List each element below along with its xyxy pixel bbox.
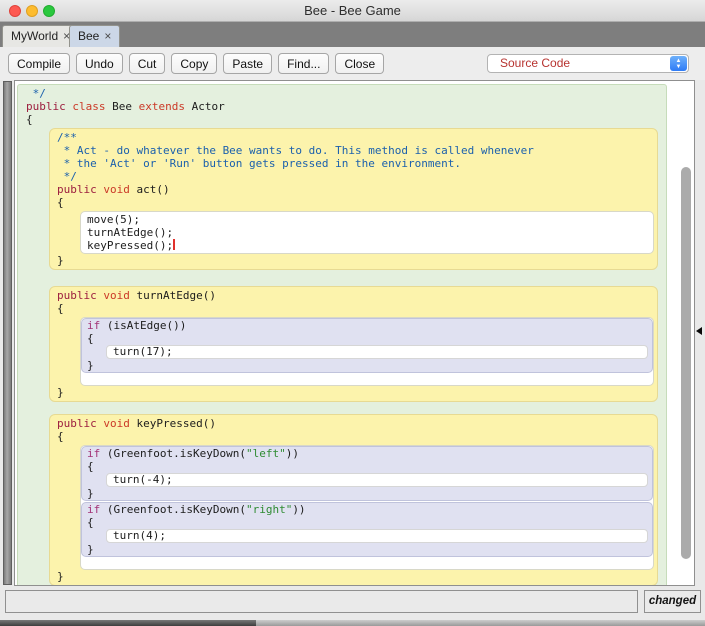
code-line[interactable]: * the 'Act' or 'Run' button gets pressed… xyxy=(57,157,657,170)
tab-label: Bee xyxy=(78,29,100,43)
method-scope-turnAtEdge[interactable]: public void turnAtEdge() { if (isAtEdge(… xyxy=(49,286,658,402)
code-line[interactable]: { xyxy=(57,302,657,315)
changed-status-badge: changed xyxy=(644,590,701,613)
horizontal-scrollbar-thumb[interactable] xyxy=(0,620,256,626)
left-scrollbar[interactable] xyxy=(3,81,12,585)
code-line-class-declaration[interactable]: public class Bee extends Actor xyxy=(26,100,666,113)
minimize-window-button[interactable] xyxy=(26,5,38,17)
code-line[interactable]: } xyxy=(57,570,657,583)
find-button[interactable]: Find... xyxy=(278,53,330,74)
code-line[interactable]: { xyxy=(26,113,666,126)
code-line[interactable]: */ xyxy=(57,170,657,183)
code-line[interactable]: keyPressed(); xyxy=(87,239,653,252)
view-mode-dropdown[interactable]: Source Code ▲ ▼ xyxy=(487,54,689,73)
statement-box[interactable]: turn(17); xyxy=(106,345,648,359)
horizontal-scrollbar[interactable] xyxy=(0,620,705,626)
code-line[interactable]: { xyxy=(57,196,657,209)
compile-button[interactable]: Compile xyxy=(8,53,71,74)
class-scope-bee[interactable]: */ public class Bee extends Actor { /** … xyxy=(17,84,667,585)
code-line[interactable]: if (isAtEdge()) xyxy=(87,319,652,332)
tab-myworld[interactable]: MyWorld × xyxy=(2,25,80,47)
method-scope-keyPressed[interactable]: public void keyPressed() { if (Greenfoot… xyxy=(49,414,658,585)
code-line[interactable]: { xyxy=(87,460,652,473)
code-line[interactable]: * Act - do whatever the Bee wants to do.… xyxy=(57,144,657,157)
code-line[interactable]: } xyxy=(87,359,652,372)
if-scope-key-right[interactable]: if (Greenfoot.isKeyDown("right")) { turn… xyxy=(81,502,653,557)
code-line[interactable]: } xyxy=(57,386,657,399)
code-line[interactable]: } xyxy=(87,543,652,556)
tab-bee[interactable]: Bee × xyxy=(69,25,121,47)
status-message-field xyxy=(5,590,638,613)
code-line[interactable]: { xyxy=(87,516,652,529)
toolbar-buttons: Compile Undo Cut Copy Paste Find... Clos… xyxy=(8,53,385,74)
code-line-act-signature[interactable]: public void act() xyxy=(57,183,657,196)
vertical-scrollbar-thumb[interactable] xyxy=(681,167,691,559)
collapse-left-icon[interactable] xyxy=(696,327,702,335)
method-scope-act[interactable]: /** * Act - do whatever the Bee wants to… xyxy=(49,128,658,270)
code-line-turnAtEdge-signature[interactable]: public void turnAtEdge() xyxy=(57,289,657,302)
code-line[interactable]: { xyxy=(87,332,652,345)
code-line[interactable]: move(5); xyxy=(87,213,653,226)
code-editor[interactable]: */ public class Bee extends Actor { /** … xyxy=(14,80,695,586)
copy-button[interactable]: Copy xyxy=(171,53,218,74)
titlebar: Bee - Bee Game xyxy=(0,0,705,22)
tab-bar: MyWorld × Bee × xyxy=(0,22,705,47)
method-body-turnAtEdge[interactable]: if (isAtEdge()) { turn(17); } xyxy=(80,317,654,386)
view-mode-value: Source Code xyxy=(500,56,571,70)
statement-box[interactable]: turn(-4); xyxy=(106,473,648,487)
code-line[interactable]: } xyxy=(87,487,652,500)
tab-label: MyWorld xyxy=(11,29,59,43)
paste-button[interactable]: Paste xyxy=(223,53,273,74)
code-line[interactable]: turnAtEdge(); xyxy=(87,226,653,239)
cut-button[interactable]: Cut xyxy=(128,53,166,74)
code-line[interactable]: /** xyxy=(57,131,657,144)
method-body-keyPressed[interactable]: if (Greenfoot.isKeyDown("left")) { turn(… xyxy=(80,445,654,570)
dropdown-stepper-icon[interactable]: ▲ ▼ xyxy=(670,56,687,71)
if-scope-key-left[interactable]: if (Greenfoot.isKeyDown("left")) { turn(… xyxy=(81,446,653,501)
if-scope-isAtEdge[interactable]: if (isAtEdge()) { turn(17); } xyxy=(81,318,653,373)
method-body-act[interactable]: move(5); turnAtEdge(); keyPressed(); xyxy=(80,211,654,254)
close-button[interactable]: Close xyxy=(335,53,385,74)
code-line[interactable]: } xyxy=(57,254,657,267)
code-line-keyPressed-signature[interactable]: public void keyPressed() xyxy=(57,417,657,430)
close-window-button[interactable] xyxy=(9,5,21,17)
code-line[interactable]: if (Greenfoot.isKeyDown("left")) xyxy=(87,447,652,460)
undo-button[interactable]: Undo xyxy=(76,53,123,74)
text-caret xyxy=(173,239,176,250)
tab-close-icon[interactable]: × xyxy=(104,29,111,43)
code-line[interactable]: */ xyxy=(26,87,666,100)
toolbar: Compile Undo Cut Copy Paste Find... Clos… xyxy=(0,47,705,80)
chevron-down-icon: ▼ xyxy=(675,63,682,70)
code-line[interactable]: { xyxy=(57,430,657,443)
code-line[interactable]: if (Greenfoot.isKeyDown("right")) xyxy=(87,503,652,516)
zoom-window-button[interactable] xyxy=(43,5,55,17)
window-title: Bee - Bee Game xyxy=(304,3,401,18)
statement-box[interactable]: turn(4); xyxy=(106,529,648,543)
